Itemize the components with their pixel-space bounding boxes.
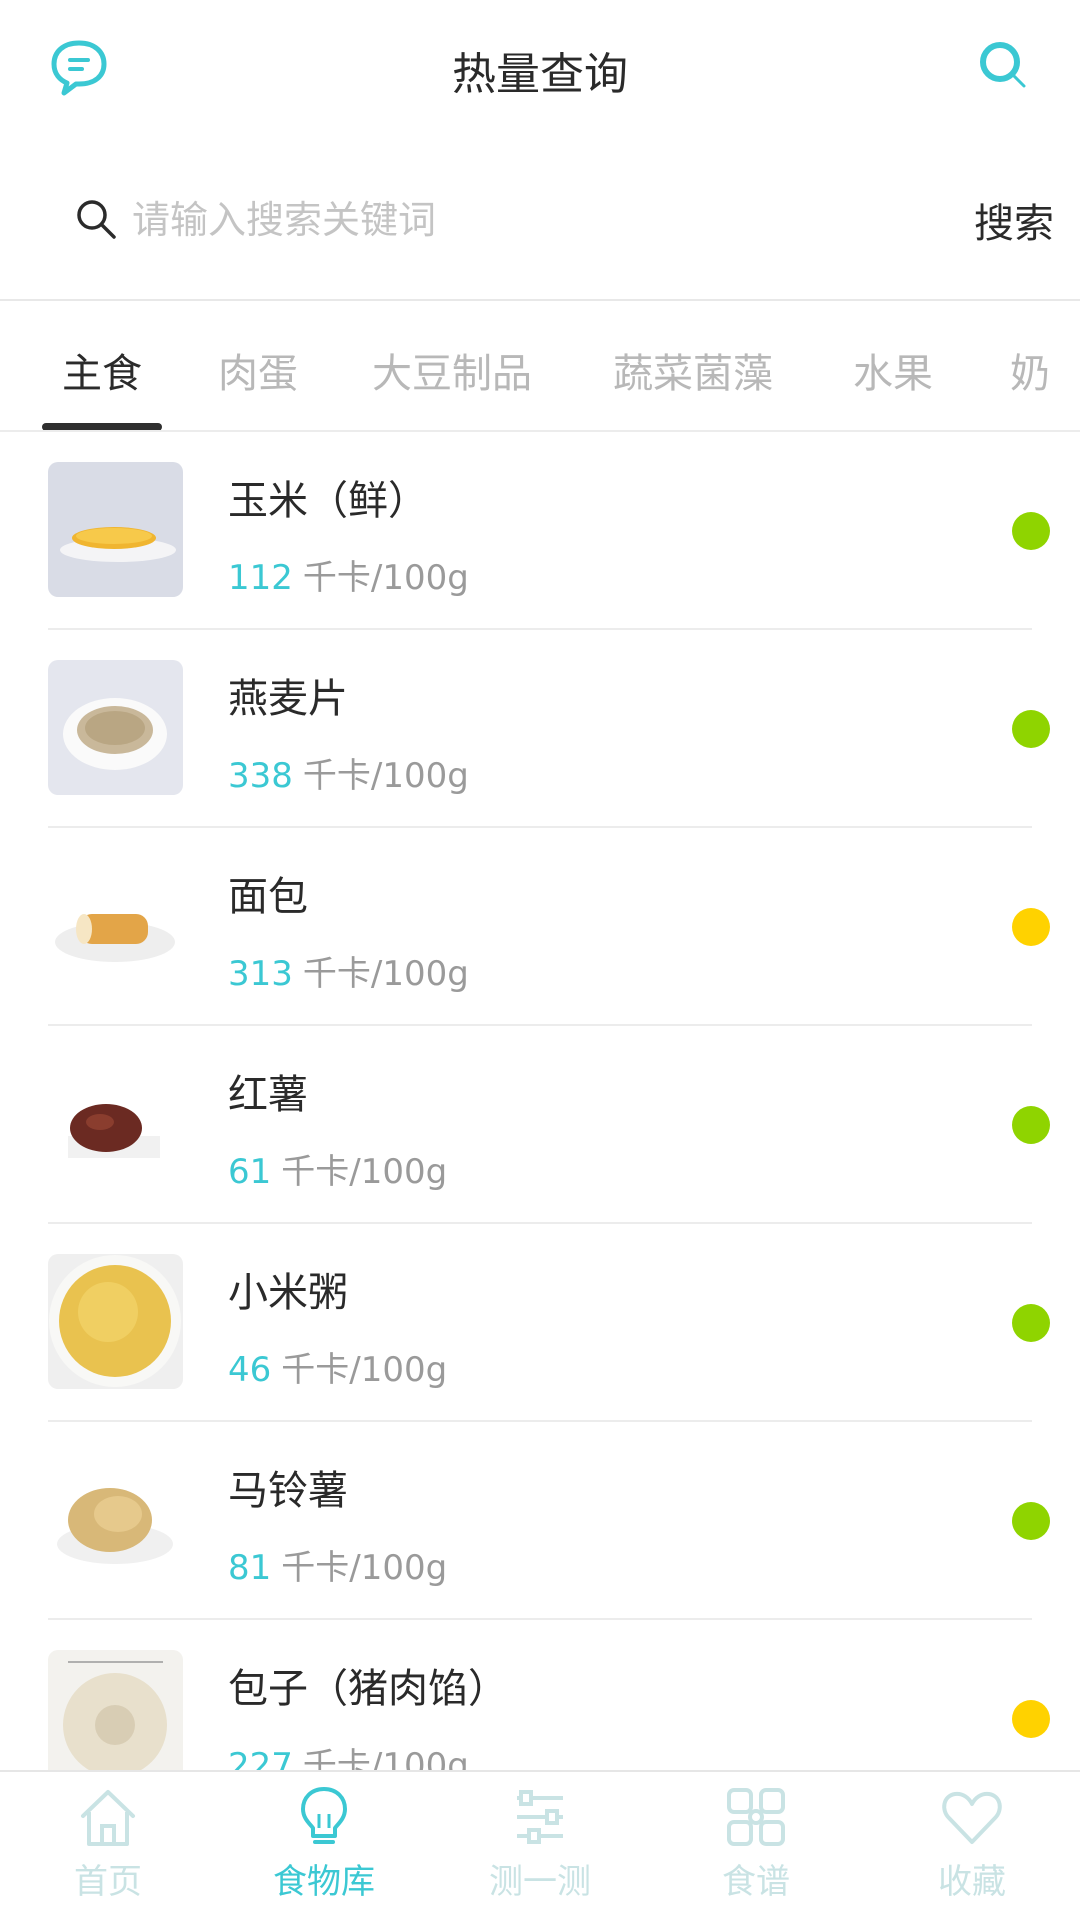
tab-staple[interactable]: 主食 — [62, 341, 142, 399]
food-item-bread[interactable]: 面包 313 千卡/100g — [0, 828, 1080, 1026]
heart-icon — [942, 1791, 1002, 1844]
food-name: 包子（猪肉馅） — [228, 1666, 508, 1712]
food-name: 红薯 — [228, 1072, 308, 1118]
nav-label: 食谱 — [722, 1862, 790, 1902]
grid-icon — [727, 1788, 785, 1846]
food-calories: 227 千卡/100g — [228, 1746, 469, 1770]
food-thumbnail — [48, 660, 183, 795]
search-button[interactable]: 搜索 — [974, 191, 1054, 249]
food-calories: 313 千卡/100g — [228, 954, 469, 994]
food-item-pork-bun[interactable]: 包子（猪肉馅） 227 千卡/100g — [0, 1620, 1080, 1770]
status-dot-green — [1012, 1502, 1050, 1540]
tab-soy-products[interactable]: 大豆制品 — [372, 341, 532, 399]
food-item-millet-porridge[interactable]: 小米粥 46 千卡/100g — [0, 1224, 1080, 1422]
tab-meat-egg[interactable]: 肉蛋 — [218, 341, 298, 399]
status-dot-yellow — [1012, 1700, 1050, 1738]
food-name: 马铃薯 — [228, 1468, 348, 1514]
nav-label: 首页 — [74, 1862, 142, 1902]
food-thumbnail — [48, 1452, 183, 1587]
tab-dairy[interactable]: 奶 — [1010, 341, 1050, 399]
food-name: 面包 — [228, 874, 308, 920]
status-dot-green — [1012, 512, 1050, 550]
search-bar: 搜索 — [0, 165, 1080, 265]
tab-fruit[interactable]: 水果 — [853, 341, 933, 399]
food-thumbnail — [48, 1056, 183, 1191]
tab-vegetables[interactable]: 蔬菜菌藻 — [613, 341, 773, 399]
page-title: 热量查询 — [452, 49, 628, 100]
nav-label: 收藏 — [938, 1862, 1006, 1902]
status-dot-green — [1012, 710, 1050, 748]
status-dot-yellow — [1012, 908, 1050, 946]
food-thumbnail — [48, 1650, 183, 1770]
food-item-oatmeal[interactable]: 燕麦片 338 千卡/100g — [0, 630, 1080, 828]
food-thumbnail — [48, 858, 183, 993]
nav-recipes[interactable]: 食谱 — [648, 1784, 864, 1914]
category-tabs: 主食 肉蛋 大豆制品 蔬菜菌藻 水果 奶 — [0, 301, 1080, 431]
magnifier-icon — [74, 197, 118, 241]
status-dot-green — [1012, 1106, 1050, 1144]
food-item-corn[interactable]: 玉米（鲜） 112 千卡/100g — [0, 432, 1080, 630]
status-dot-green — [1012, 1304, 1050, 1342]
bottom-nav: 首页 食物库 测一测 食谱 收藏 — [0, 1770, 1080, 1920]
food-item-potato[interactable]: 马铃薯 81 千卡/100g — [0, 1422, 1080, 1620]
lightbulb-icon — [301, 1787, 347, 1844]
nav-food-library[interactable]: 食物库 — [216, 1784, 432, 1914]
nav-home[interactable]: 首页 — [0, 1784, 216, 1914]
food-list: 玉米（鲜） 112 千卡/100g 燕麦片 338 千卡/100g 面包 313… — [0, 432, 1080, 1770]
search-input[interactable] — [132, 185, 912, 255]
food-item-sweet-potato[interactable]: 红薯 61 千卡/100g — [0, 1026, 1080, 1224]
sliders-icon — [517, 1790, 563, 1844]
food-name: 玉米（鲜） — [228, 478, 428, 524]
app-header: 热量查询 — [0, 0, 1080, 135]
food-name: 燕麦片 — [228, 676, 348, 722]
food-calories: 338 千卡/100g — [228, 756, 469, 796]
nav-label: 测一测 — [489, 1862, 591, 1902]
nav-label: 食物库 — [273, 1862, 375, 1902]
food-calories: 81 千卡/100g — [228, 1548, 448, 1588]
nav-test[interactable]: 测一测 — [432, 1784, 648, 1914]
food-calories: 61 千卡/100g — [228, 1152, 448, 1192]
food-calories: 46 千卡/100g — [228, 1350, 448, 1390]
nav-favorites[interactable]: 收藏 — [864, 1784, 1080, 1914]
search-icon[interactable] — [976, 38, 1030, 92]
food-name: 小米粥 — [228, 1270, 348, 1316]
food-calories: 112 千卡/100g — [228, 558, 469, 598]
food-thumbnail — [48, 1254, 183, 1389]
home-icon — [81, 1790, 135, 1846]
food-thumbnail — [48, 462, 183, 597]
